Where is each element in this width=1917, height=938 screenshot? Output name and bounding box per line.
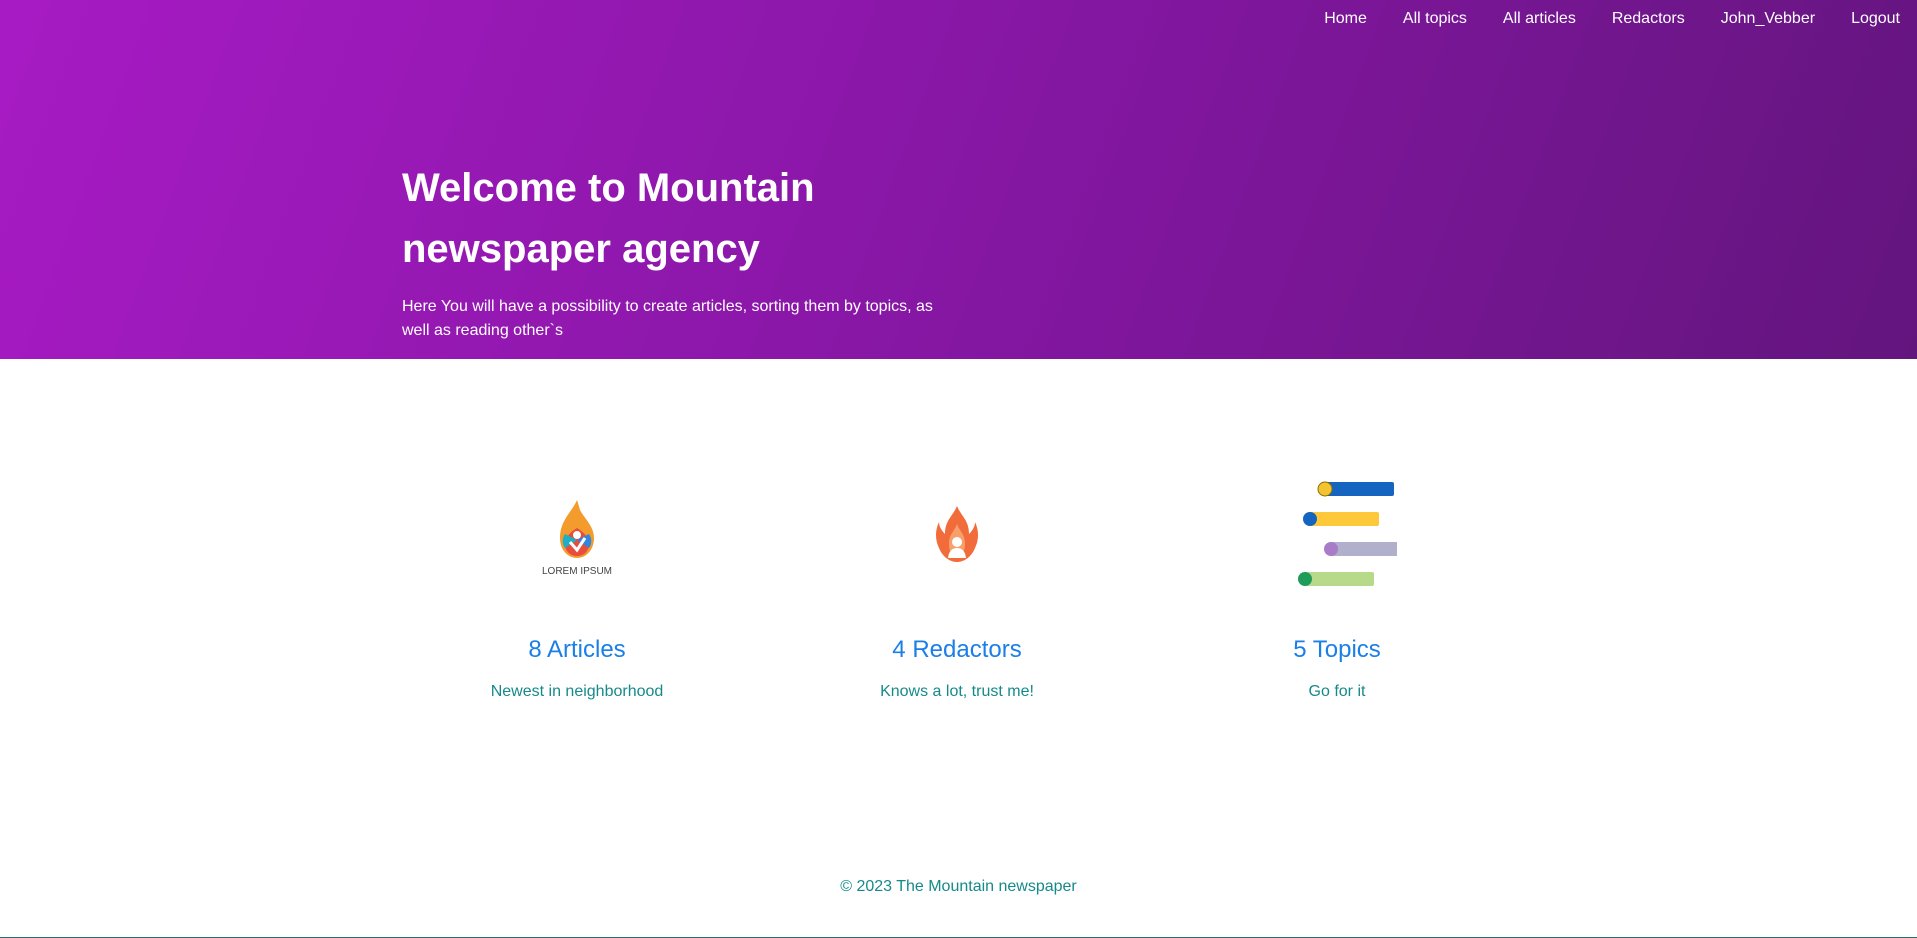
nav-logout[interactable]: Logout xyxy=(1851,10,1900,28)
footer-copyright: © 2023 The Mountain newspaper xyxy=(840,878,1077,895)
nav-home[interactable]: Home xyxy=(1324,10,1367,28)
nav-user-profile[interactable]: John_Vebber xyxy=(1721,10,1815,28)
nav-all-articles[interactable]: All articles xyxy=(1503,10,1576,28)
toggle-list-icon xyxy=(1187,470,1487,600)
redactors-subtitle: Knows a lot, trust me! xyxy=(880,683,1034,700)
feature-redactors: 4 Redactors Knows a lot, trust me! xyxy=(807,470,1107,700)
fire-person-icon xyxy=(807,470,1107,600)
flame-drop-logo-icon: LOREM IPSUM xyxy=(427,470,727,600)
page-title: Welcome to Mountain newspaper agency xyxy=(402,166,815,271)
topics-subtitle: Go for it xyxy=(1308,683,1366,700)
top-nav: Home All topics All articles Redactors J… xyxy=(1288,0,1900,38)
hero-subtitle: Here You will have a possibility to crea… xyxy=(402,298,933,339)
articles-count-title[interactable]: 8 Articles xyxy=(427,636,727,664)
feature-topics: 5 Topics Go for it xyxy=(1187,470,1487,700)
feature-articles: LOREM IPSUM 8 Articles Newest in neighbo… xyxy=(427,470,727,700)
nav-redactors[interactable]: Redactors xyxy=(1612,10,1685,28)
logo-text: LOREM IPSUM xyxy=(542,566,612,577)
hero-banner: Home All topics All articles Redactors J… xyxy=(0,0,1917,359)
articles-subtitle: Newest in neighborhood xyxy=(490,683,664,700)
nav-all-topics[interactable]: All topics xyxy=(1403,10,1467,28)
topics-count-title[interactable]: 5 Topics xyxy=(1187,636,1487,664)
redactors-count-title[interactable]: 4 Redactors xyxy=(807,636,1107,664)
